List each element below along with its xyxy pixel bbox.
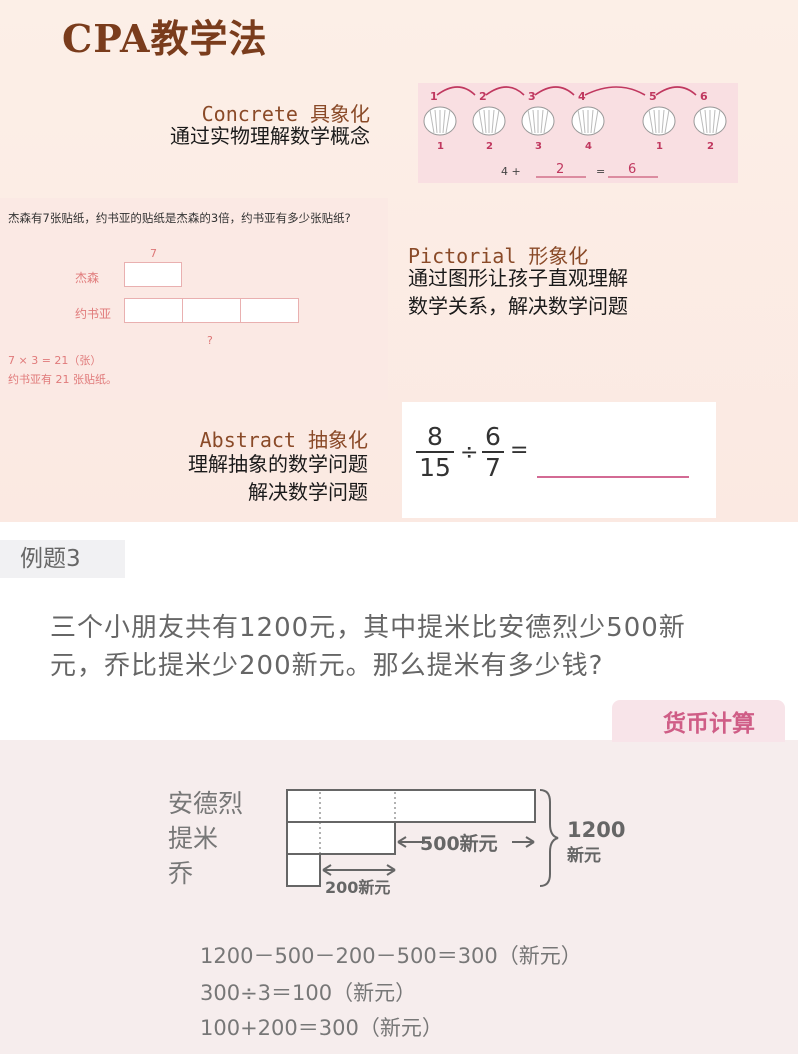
- numerator-1: 8: [427, 422, 443, 451]
- top-number: 3: [528, 90, 536, 103]
- bottom-number: 2: [707, 141, 714, 152]
- concrete-desc: 通过实物理解数学概念: [170, 124, 370, 148]
- hop-arrow: [436, 86, 476, 96]
- fraction-1: 8 15: [416, 422, 454, 482]
- name-joe: 乔: [168, 859, 193, 888]
- top-number: 6: [700, 90, 708, 103]
- diff-200: 200新元: [325, 878, 390, 897]
- arrow-right: [512, 836, 535, 848]
- hop-arrow: [584, 86, 646, 96]
- bar-timmy: [286, 821, 396, 855]
- eq-start: 4 +: [501, 165, 521, 178]
- diff-500: 500新元: [420, 832, 498, 855]
- concrete-shell-image: 1 1 2 2 3 3 4 4 5 1 6 2 4 + 2 = 6: [418, 83, 738, 183]
- name-timmy: 提米: [168, 824, 218, 853]
- top-brace-label: 7: [150, 247, 157, 260]
- top-number: 2: [479, 90, 487, 103]
- name-andre: 安德烈: [168, 789, 243, 818]
- abstract-desc-1: 理解抽象的数学问题: [188, 452, 368, 476]
- bar-label-joshua: 约书亚: [75, 307, 112, 321]
- equation-1: 1200－500－200－500＝300（新元）: [200, 944, 582, 968]
- page-title: CPA教学法: [62, 16, 268, 61]
- total-amount: 1200: [567, 818, 625, 842]
- brace: [539, 789, 559, 887]
- total-unit: 新元: [567, 845, 601, 866]
- equation-2: 300÷3＝100（新元）: [200, 981, 417, 1005]
- equation-3: 100+200＝300（新元）: [200, 1016, 443, 1040]
- bottom-number: 2: [486, 141, 493, 152]
- hop-arrow: [485, 86, 525, 96]
- pictorial-problem: 杰森有7张贴纸，约书亚的贴纸是杰森的3倍，约书亚有多少张贴纸?: [8, 211, 351, 225]
- eq-answer-2: 6: [628, 162, 636, 177]
- abstract-label: Abstract 抽象化: [199, 428, 368, 452]
- answer-blank: [537, 476, 689, 478]
- top-number: 1: [430, 90, 438, 103]
- equals-sign: =: [510, 438, 529, 463]
- problem-line-2: 元，乔比提米少200新元。那么提米有多少钱?: [50, 651, 604, 681]
- jason-bar: [124, 262, 182, 287]
- numerator-2: 6: [485, 422, 501, 451]
- denominator-2: 7: [482, 451, 504, 482]
- double-arrow: [322, 864, 396, 876]
- fraction-2: 6 7: [482, 422, 504, 482]
- topic-tag: 货币计算: [612, 700, 785, 742]
- bottom-brace-label: ?: [207, 334, 213, 347]
- problem-line-1: 三个小朋友共有1200元，其中提米比安德烈少500新: [50, 613, 686, 643]
- top-number: 5: [649, 90, 657, 103]
- bar-andre: [286, 789, 536, 823]
- pictorial-desc-2: 数学关系，解决数学问题: [408, 294, 628, 318]
- bottom-number: 4: [585, 141, 592, 152]
- abstract-fraction-box: 8 15 ÷ 6 7 =: [402, 402, 716, 518]
- bar-label-jason: 杰森: [75, 271, 100, 285]
- abstract-desc-2: 解决数学问题: [248, 480, 368, 504]
- eq-equals: =: [596, 165, 605, 178]
- joshua-bar: [124, 298, 299, 323]
- eq-answer-1: 2: [556, 162, 564, 177]
- bar-joe: [286, 853, 321, 887]
- pictorial-calc: 7 × 3 = 21（张）: [8, 354, 102, 367]
- bottom-number: 3: [535, 141, 542, 152]
- denominator-1: 15: [416, 451, 454, 482]
- shell-counting-figure: 1 1 2 2 3 3 4 4 5 1 6 2 4 + 2 = 6: [423, 86, 727, 178]
- pictorial-answer: 约书亚有 21 张贴纸。: [8, 373, 117, 386]
- bottom-number: 1: [656, 141, 663, 152]
- pictorial-desc-1: 通过图形让孩子直观理解: [408, 266, 628, 290]
- bottom-number: 1: [437, 141, 444, 152]
- example-label: 例题3: [0, 540, 125, 578]
- hop-arrow: [534, 86, 575, 96]
- pictorial-image: 杰森有7张贴纸，约书亚的贴纸是杰森的3倍，约书亚有多少张贴纸? 杰森 约书亚 7…: [0, 198, 388, 400]
- top-number: 4: [578, 90, 586, 103]
- divide-sign: ÷: [460, 440, 479, 465]
- hop-arrow: [655, 86, 697, 96]
